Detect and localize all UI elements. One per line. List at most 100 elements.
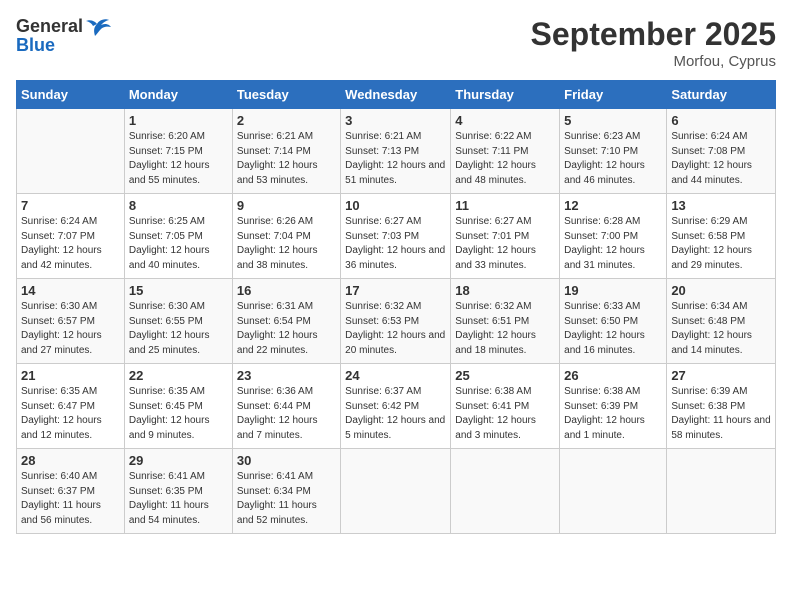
- daylight-text: Daylight: 12 hours and 33 minutes.: [455, 244, 555, 273]
- calendar-cell: 27Sunrise: 6:39 AMSunset: 6:38 PMDayligh…: [667, 364, 776, 449]
- sunset-text: Sunset: 7:11 PM: [455, 145, 555, 160]
- calendar-cell: 17 Sunrise: 6:32 AMSunset: 6:53 PMDayligh…: [341, 279, 451, 364]
- sunset-text: Sunset: 7:15 PM: [129, 145, 228, 160]
- calendar-cell: 22Sunrise: 6:35 AMSunset: 6:45 PMDayligh…: [124, 364, 232, 449]
- daylight-text: Daylight: 12 hours and 12 minutes.: [21, 414, 120, 443]
- calendar-cell: [451, 449, 560, 534]
- sunset-text: Sunset: 6:39 PM: [564, 400, 662, 415]
- week-row-2: 7Sunrise: 6:24 AMSunset: 7:07 PMDaylight…: [17, 194, 776, 279]
- day-info: Sunrise: 6:21 AMSunset: 7:14 PMDaylight:…: [237, 130, 336, 188]
- calendar-cell: 29Sunrise: 6:41 AMSunset: 6:35 PMDayligh…: [124, 449, 232, 534]
- calendar-cell: [341, 449, 451, 534]
- calendar-cell: 2Sunrise: 6:21 AMSunset: 7:14 PMDaylight…: [232, 109, 340, 194]
- calendar-cell: 24 Sunrise: 6:37 AMSunset: 6:42 PMDayligh…: [341, 364, 451, 449]
- sunrise-text: Sunrise: 6:27 AM: [455, 215, 555, 230]
- header-row: SundayMondayTuesdayWednesdayThursdayFrid…: [17, 81, 776, 109]
- day-number: 18: [455, 283, 555, 298]
- day-info: Sunrise: 6:40 AMSunset: 6:37 PMDaylight:…: [21, 470, 120, 528]
- logo-blue: Blue: [16, 36, 55, 56]
- calendar-cell: [560, 449, 667, 534]
- sunrise-text: Sunrise: 6:30 AM: [21, 300, 120, 315]
- day-info: Sunrise: 6:24 AMSunset: 7:08 PMDaylight:…: [671, 130, 771, 188]
- day-header-tuesday: Tuesday: [232, 81, 340, 109]
- daylight-text: Daylight: 12 hours and 7 minutes.: [237, 414, 336, 443]
- sunrise-text: Sunrise: 6:21 AM: [345, 130, 446, 145]
- daylight-text: Daylight: 12 hours and 53 minutes.: [237, 159, 336, 188]
- sunset-text: Sunset: 6:50 PM: [564, 315, 662, 330]
- month-title: September 2025: [531, 16, 776, 53]
- daylight-text: Daylight: 12 hours and 3 minutes.: [455, 414, 555, 443]
- daylight-text: Daylight: 12 hours and 25 minutes.: [129, 329, 228, 358]
- sunrise-text: Sunrise: 6:27 AM: [345, 215, 446, 230]
- daylight-text: Daylight: 12 hours and 20 minutes.: [345, 329, 446, 358]
- day-number: 28: [21, 453, 120, 468]
- day-number: 29: [129, 453, 228, 468]
- sunset-text: Sunset: 6:54 PM: [237, 315, 336, 330]
- day-info: Sunrise: 6:38 AMSunset: 6:39 PMDaylight:…: [564, 385, 662, 443]
- day-number: 30: [237, 453, 336, 468]
- location: Morfou, Cyprus: [531, 53, 776, 70]
- daylight-text: Daylight: 12 hours and 38 minutes.: [237, 244, 336, 273]
- day-number: 12: [564, 198, 662, 213]
- day-number: 6: [671, 113, 771, 128]
- day-number: 1: [129, 113, 228, 128]
- daylight-text: Daylight: 12 hours and 1 minute.: [564, 414, 662, 443]
- sunset-text: Sunset: 6:35 PM: [129, 485, 228, 500]
- sunset-text: Sunset: 7:00 PM: [564, 230, 662, 245]
- day-number: 21: [21, 368, 120, 383]
- calendar-cell: 6 Sunrise: 6:24 AMSunset: 7:08 PMDaylight…: [667, 109, 776, 194]
- day-number: 9: [237, 198, 336, 213]
- calendar-cell: 12Sunrise: 6:28 AMSunset: 7:00 PMDayligh…: [560, 194, 667, 279]
- day-number: 24: [345, 368, 446, 383]
- sunset-text: Sunset: 6:55 PM: [129, 315, 228, 330]
- day-info: Sunrise: 6:32 AMSunset: 6:51 PMDaylight:…: [455, 300, 555, 358]
- calendar-cell: 8Sunrise: 6:25 AMSunset: 7:05 PMDaylight…: [124, 194, 232, 279]
- day-header-monday: Monday: [124, 81, 232, 109]
- calendar-cell: 26Sunrise: 6:38 AMSunset: 6:39 PMDayligh…: [560, 364, 667, 449]
- daylight-text: Daylight: 12 hours and 18 minutes.: [455, 329, 555, 358]
- sunrise-text: Sunrise: 6:24 AM: [21, 215, 120, 230]
- day-info: Sunrise: 6:37 AMSunset: 6:42 PMDaylight:…: [345, 385, 446, 443]
- day-info: Sunrise: 6:36 AMSunset: 6:44 PMDaylight:…: [237, 385, 336, 443]
- sunset-text: Sunset: 6:51 PM: [455, 315, 555, 330]
- calendar-cell: 19Sunrise: 6:33 AMSunset: 6:50 PMDayligh…: [560, 279, 667, 364]
- sunrise-text: Sunrise: 6:41 AM: [237, 470, 336, 485]
- sunset-text: Sunset: 6:53 PM: [345, 315, 446, 330]
- calendar-cell: 7Sunrise: 6:24 AMSunset: 7:07 PMDaylight…: [17, 194, 125, 279]
- daylight-text: Daylight: 12 hours and 48 minutes.: [455, 159, 555, 188]
- daylight-text: Daylight: 12 hours and 22 minutes.: [237, 329, 336, 358]
- sunrise-text: Sunrise: 6:25 AM: [129, 215, 228, 230]
- daylight-text: Daylight: 12 hours and 16 minutes.: [564, 329, 662, 358]
- sunset-text: Sunset: 7:04 PM: [237, 230, 336, 245]
- day-info: Sunrise: 6:41 AMSunset: 6:34 PMDaylight:…: [237, 470, 336, 528]
- sunrise-text: Sunrise: 6:28 AM: [564, 215, 662, 230]
- sunset-text: Sunset: 7:14 PM: [237, 145, 336, 160]
- calendar-cell: 5Sunrise: 6:23 AMSunset: 7:10 PMDaylight…: [560, 109, 667, 194]
- sunrise-text: Sunrise: 6:35 AM: [129, 385, 228, 400]
- sunrise-text: Sunrise: 6:30 AM: [129, 300, 228, 315]
- daylight-text: Daylight: 12 hours and 27 minutes.: [21, 329, 120, 358]
- sunrise-text: Sunrise: 6:35 AM: [21, 385, 120, 400]
- day-number: 13: [671, 198, 771, 213]
- calendar-cell: 18 Sunrise: 6:32 AMSunset: 6:51 PMDayligh…: [451, 279, 560, 364]
- day-number: 17: [345, 283, 446, 298]
- sunset-text: Sunset: 6:38 PM: [671, 400, 771, 415]
- calendar-cell: 3Sunrise: 6:21 AMSunset: 7:13 PMDaylight…: [341, 109, 451, 194]
- sunset-text: Sunset: 6:37 PM: [21, 485, 120, 500]
- day-number: 4: [455, 113, 555, 128]
- sunset-text: Sunset: 6:48 PM: [671, 315, 771, 330]
- calendar-cell: 14Sunrise: 6:30 AMSunset: 6:57 PMDayligh…: [17, 279, 125, 364]
- sunrise-text: Sunrise: 6:23 AM: [564, 130, 662, 145]
- day-number: 19: [564, 283, 662, 298]
- sunset-text: Sunset: 6:45 PM: [129, 400, 228, 415]
- day-info: Sunrise: 6:30 AMSunset: 6:55 PMDaylight:…: [129, 300, 228, 358]
- daylight-text: Daylight: 11 hours and 56 minutes.: [21, 499, 120, 528]
- sunrise-text: Sunrise: 6:38 AM: [455, 385, 555, 400]
- sunset-text: Sunset: 7:05 PM: [129, 230, 228, 245]
- day-info: Sunrise: 6:32 AMSunset: 6:53 PMDaylight:…: [345, 300, 446, 358]
- sunset-text: Sunset: 7:01 PM: [455, 230, 555, 245]
- sunrise-text: Sunrise: 6:26 AM: [237, 215, 336, 230]
- day-info: Sunrise: 6:27 AMSunset: 7:01 PMDaylight:…: [455, 215, 555, 273]
- day-info: Sunrise: 6:39 AMSunset: 6:38 PMDaylight:…: [671, 385, 771, 443]
- day-header-wednesday: Wednesday: [341, 81, 451, 109]
